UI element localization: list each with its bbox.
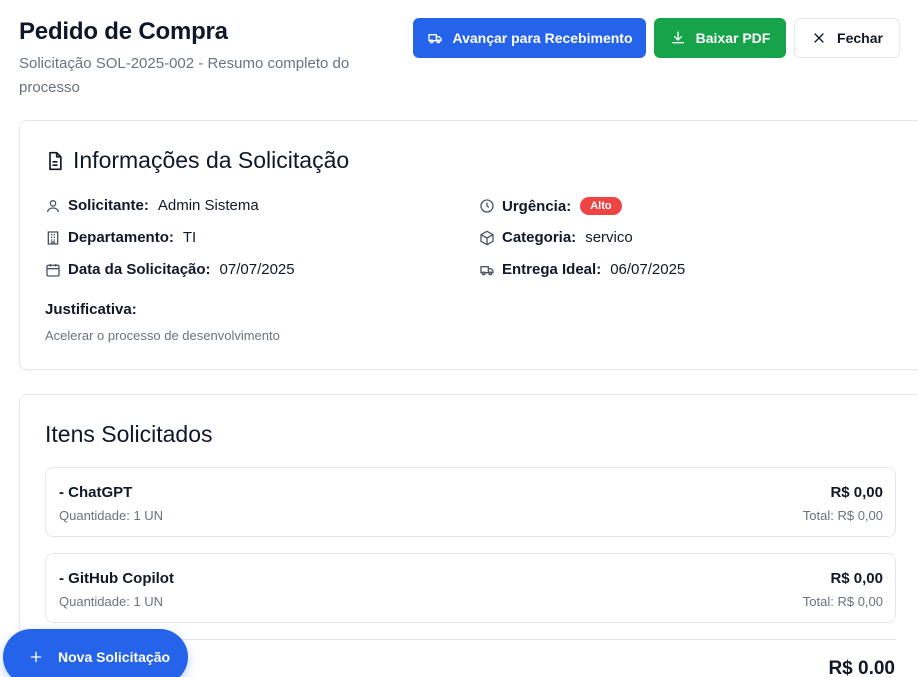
close-button[interactable]: Fechar [794, 18, 900, 58]
advance-button-label: Avançar para Recebimento [452, 30, 633, 46]
request-info-card: Informações da Solicitação Solicitante: … [19, 120, 918, 370]
package-icon [480, 230, 494, 245]
truck-icon [480, 265, 494, 275]
delivery-value: 06/07/2025 [610, 261, 686, 278]
item-quantity: Quantidade: 1 UN [59, 508, 164, 523]
new-request-button[interactable]: Nova Solicitação [3, 629, 188, 677]
new-request-label: Nova Solicitação [58, 649, 171, 665]
calendar-icon [46, 263, 60, 277]
urgency-label: Urgência: [502, 197, 572, 215]
urgency-badge: Alto [580, 197, 622, 215]
plus-icon [30, 651, 42, 663]
close-button-label: Fechar [837, 30, 883, 46]
item-price: R$ 0,00 [830, 570, 883, 587]
advance-to-receiving-button[interactable]: Avançar para Recebimento [413, 18, 646, 58]
page-subtitle: Solicitação SOL-2025-002 - Resumo comple… [19, 55, 350, 96]
request-info-title: Informações da Solicitação [73, 147, 350, 173]
requester-row: Solicitante: Admin Sistema [45, 197, 259, 214]
list-item: - ChatGPT Quantidade: 1 UN R$ 0,00 Total… [45, 467, 896, 537]
category-label: Categoria: [502, 229, 577, 246]
user-icon [47, 199, 59, 212]
item-total: Total: R$ 0,00 [802, 508, 883, 523]
requested-items-title: Itens Solicitados [45, 421, 213, 447]
request-info-heading: Informações da Solicitação [45, 147, 349, 174]
close-icon [814, 33, 824, 43]
item-name: - ChatGPT [59, 484, 133, 501]
request-date-value: 07/07/2025 [219, 261, 295, 278]
item-price: R$ 0,00 [830, 484, 883, 501]
category-row: Categoria: servico [479, 229, 633, 246]
download-pdf-label: Baixar PDF [695, 30, 771, 46]
truck-icon [427, 34, 442, 44]
requester-label: Solicitante: [68, 197, 149, 214]
request-date-row: Data da Solicitação: 07/07/2025 [45, 261, 295, 278]
department-row: Departamento: TI [45, 229, 196, 246]
download-icon [671, 31, 684, 44]
item-total: Total: R$ 0,00 [802, 594, 883, 609]
department-value: TI [182, 229, 197, 246]
clock-icon [480, 199, 494, 213]
requester-value: Admin Sistema [157, 197, 259, 214]
header-actions: Avançar para Recebimento Baixar PDF Fech… [413, 18, 900, 58]
justification-text: Acelerar o processo de desenvolvimento [45, 328, 280, 343]
document-icon [49, 151, 62, 170]
department-label: Departamento: [68, 229, 174, 246]
justification-label: Justificativa: [45, 301, 137, 318]
item-name: - GitHub Copilot [59, 570, 174, 587]
item-quantity: Quantidade: 1 UN [59, 594, 164, 609]
download-pdf-button[interactable]: Baixar PDF [654, 18, 786, 58]
request-date-label: Data da Solicitação: [68, 261, 211, 278]
building-icon [47, 230, 59, 245]
delivery-label: Entrega Ideal: [502, 261, 602, 278]
category-value: servico [585, 229, 633, 246]
list-item: - GitHub Copilot Quantidade: 1 UN R$ 0,0… [45, 553, 896, 623]
urgency-row: Urgência: Alto [479, 197, 622, 215]
delivery-row: Entrega Ideal: 06/07/2025 [479, 261, 685, 278]
grand-total: R$ 0.00 [828, 658, 895, 677]
